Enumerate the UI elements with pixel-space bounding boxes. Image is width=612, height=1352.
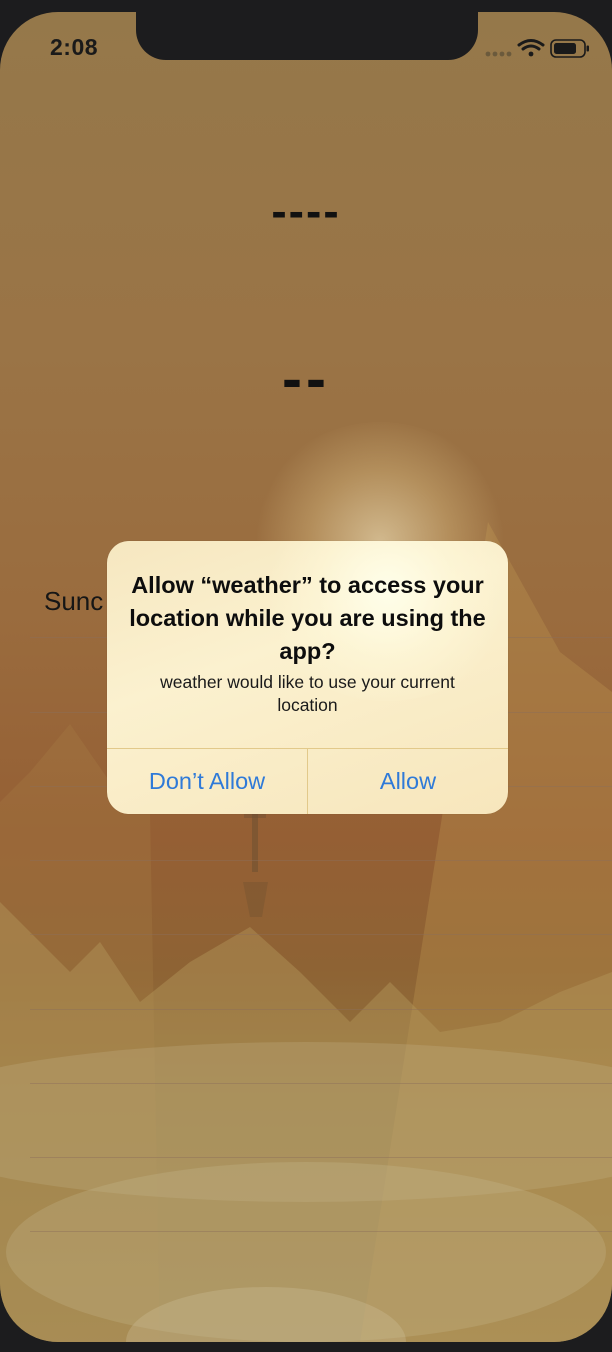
location-permission-alert: Allow “weather” to access your location … — [107, 541, 508, 814]
forecast-row-divider — [30, 1157, 612, 1158]
dont-allow-button[interactable]: Don’t Allow — [107, 749, 307, 814]
allow-button[interactable]: Allow — [308, 749, 508, 814]
forecast-row-divider — [30, 1083, 612, 1084]
forecast-day-label: Sunc — [44, 586, 104, 616]
alert-message: weather would like to use your current l… — [160, 672, 455, 715]
alert-title: Allow “weather” to access your location … — [129, 572, 486, 664]
signal-dots-icon — [485, 51, 512, 57]
lighthouse-base — [243, 882, 268, 917]
device-notch — [136, 12, 478, 60]
battery-icon — [550, 39, 589, 58]
status-icons — [485, 39, 589, 58]
wifi-icon — [517, 39, 545, 57]
temperature-placeholder: -- — [282, 345, 330, 412]
forecast-row-divider — [30, 860, 612, 861]
forecast-row-divider — [30, 1009, 612, 1010]
status-time: 2:08 — [50, 34, 99, 60]
lighthouse-pole — [252, 812, 258, 872]
location-placeholder: ---- — [271, 185, 341, 237]
forecast-row-divider — [30, 934, 612, 935]
forecast-row-divider — [30, 1231, 612, 1232]
